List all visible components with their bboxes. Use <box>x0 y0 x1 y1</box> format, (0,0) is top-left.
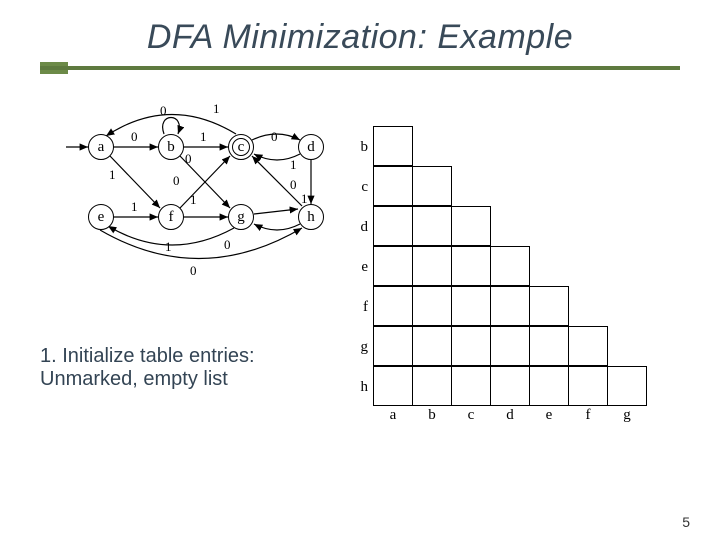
table-col-label: c <box>451 407 491 424</box>
table-cell <box>490 366 530 406</box>
dfa-node-d: d <box>298 134 324 160</box>
table-cell <box>373 326 413 366</box>
table-col-label: d <box>490 407 530 424</box>
table-cell <box>412 206 452 246</box>
dfa-diagram: abcdefgh0101011010110010 <box>30 88 360 308</box>
table-row-label: c <box>352 167 374 207</box>
table-cell <box>451 366 491 406</box>
table-col-label: f <box>568 407 608 424</box>
dfa-edge-label: 0 <box>290 177 297 193</box>
table-cell <box>490 326 530 366</box>
table-row-label: d <box>352 207 374 247</box>
dfa-edge-label: 1 <box>290 157 297 173</box>
table-cell <box>568 366 608 406</box>
dfa-edge-label: 0 <box>271 129 278 145</box>
table-row: d <box>352 207 647 247</box>
dfa-node-a: a <box>88 134 114 160</box>
dfa-edge-label: 1 <box>213 101 220 117</box>
table-row: b <box>352 127 647 167</box>
table-cell <box>451 246 491 286</box>
table-row: e <box>352 247 647 287</box>
table-row: g <box>352 327 647 367</box>
table-col-label: e <box>529 407 569 424</box>
dfa-edge-label: 0 <box>173 173 180 189</box>
dfa-edge-label: 0 <box>131 129 138 145</box>
table-cell <box>412 326 452 366</box>
dfa-node-g: g <box>228 204 254 230</box>
dfa-edge-label: 1 <box>190 192 197 208</box>
page-number: 5 <box>682 514 690 530</box>
table-cell <box>490 286 530 326</box>
table-cell <box>451 206 491 246</box>
table-cell <box>373 286 413 326</box>
table-cell <box>373 246 413 286</box>
table-col-label: a <box>373 407 413 424</box>
table-row: c <box>352 167 647 207</box>
table-cell <box>412 166 452 206</box>
table-cell <box>607 366 647 406</box>
table-cell <box>412 366 452 406</box>
table-cell <box>451 286 491 326</box>
dfa-edge-label: 0 <box>160 103 167 119</box>
dfa-edge-label: 0 <box>190 263 197 279</box>
table-row: f <box>352 287 647 327</box>
dfa-edge-label: 1 <box>301 191 308 207</box>
dfa-node-f: f <box>158 204 184 230</box>
table-cell <box>529 326 569 366</box>
table-row-label: g <box>352 327 374 367</box>
distinguish-table: bcdefghabcdefg <box>352 127 647 429</box>
slide-title-bar: DFA Minimization: Example <box>40 18 680 57</box>
table-col-label: g <box>607 407 647 424</box>
table-cell <box>529 286 569 326</box>
dfa-edge-label: 1 <box>200 129 207 145</box>
table-row-label: f <box>352 287 374 327</box>
table-row-label: h <box>352 367 374 407</box>
table-col-labels: abcdefg <box>352 407 647 429</box>
dfa-edge-label: 1 <box>109 167 116 183</box>
title-underline <box>40 66 680 70</box>
dfa-edge-label: 0 <box>185 151 192 167</box>
table-cell <box>568 326 608 366</box>
table-cell <box>373 166 413 206</box>
table-cell <box>373 206 413 246</box>
dfa-node-b: b <box>158 134 184 160</box>
step-text: 1. Initialize table entries: Unmarked, e… <box>40 345 340 391</box>
slide-title: DFA Minimization: Example <box>40 18 680 57</box>
table-row-label: b <box>352 127 374 167</box>
table-cell <box>451 326 491 366</box>
table-cell <box>412 246 452 286</box>
dfa-node-h: h <box>298 204 324 230</box>
dfa-node-c: c <box>228 134 254 160</box>
dfa-edge-label: 1 <box>131 199 138 215</box>
dfa-edge-label: 1 <box>165 239 172 255</box>
table-cell <box>490 246 530 286</box>
table-cell <box>373 126 413 166</box>
table-cell <box>373 366 413 406</box>
table-row-label: e <box>352 247 374 287</box>
table-cell <box>412 286 452 326</box>
table-cell <box>529 366 569 406</box>
table-row: h <box>352 367 647 407</box>
dfa-edge-label: 0 <box>224 237 231 253</box>
dfa-node-e: e <box>88 204 114 230</box>
table-col-label: b <box>412 407 452 424</box>
